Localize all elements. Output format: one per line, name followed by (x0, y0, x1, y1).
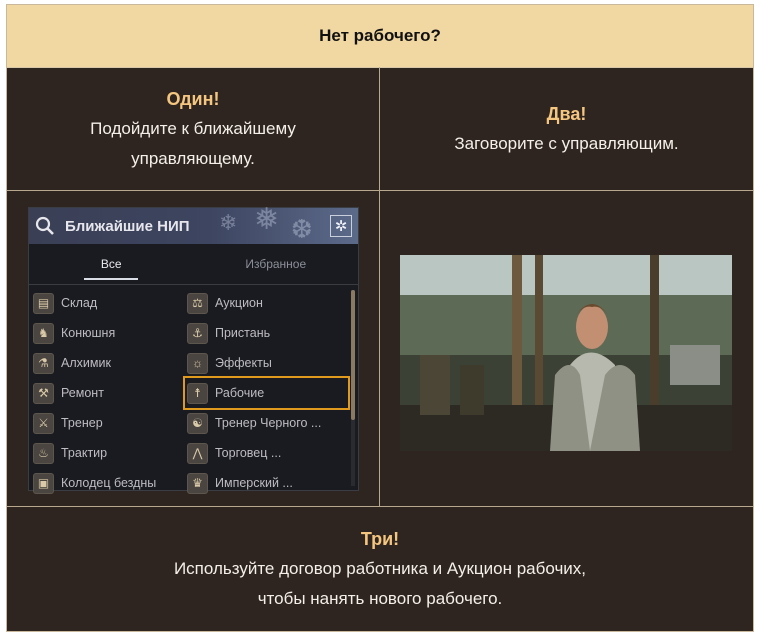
game-screenshot-image (400, 255, 732, 451)
tent-icon: ⋀ (187, 442, 208, 464)
npc-item-auction[interactable]: ⚖ Аукцион (187, 290, 263, 316)
search-icon[interactable] (35, 216, 55, 236)
step-two-cell: Два! Заговорите с управляющим. (380, 67, 753, 191)
npc-item-repair[interactable]: ⚒ Ремонт (33, 380, 104, 406)
crossed-swords-icon: ⚔ (33, 412, 54, 434)
step-two-label: Два! (546, 103, 587, 124)
horse-icon: ♞ (33, 322, 54, 344)
spirit-icon: ☯ (187, 412, 208, 434)
screenshot-cell (380, 191, 753, 507)
step-one-text-2: управляющему. (131, 148, 255, 168)
scrollbar-thumb[interactable] (351, 290, 355, 420)
guide-table: Нет рабочего? Один! Подойдите к ближайше… (6, 4, 754, 632)
npc-item-tavern[interactable]: ♨ Трактир (33, 440, 107, 466)
npc-panel: Ближайшие НИП ❄ ❅ ❆ ✲ Все Избранное ▤ Скл… (28, 203, 359, 494)
npc-item-imperial[interactable]: ♛ Имперский ... (187, 470, 293, 496)
page-title: Нет рабочего? (7, 5, 753, 68)
npc-panel-cell: Ближайшие НИП ❄ ❅ ❆ ✲ Все Избранное ▤ Скл… (7, 191, 380, 507)
snowflake-decoration-icon: ❄ (219, 210, 238, 235)
npc-item-workers[interactable]: ☨ Рабочие (183, 376, 350, 410)
npc-tabs: Все Избранное (29, 244, 358, 285)
flask-icon: ⚗ (33, 352, 54, 374)
snowflake-decoration-icon: ❅ (254, 203, 280, 236)
step-two-text: Заговорите с управляющим. (454, 133, 679, 153)
sun-icon: ☼ (187, 352, 208, 374)
settings-toggle-icon[interactable]: ✲ (330, 215, 352, 237)
npc-list-scrollbar[interactable] (351, 290, 355, 486)
worker-icon: ☨ (187, 382, 208, 404)
anchor-icon: ⚓ (187, 322, 208, 344)
npc-item-trainer[interactable]: ⚔ Тренер (33, 410, 103, 436)
well-icon: ▣ (33, 472, 54, 494)
npc-panel-header: Ближайшие НИП ❄ ❅ ❆ ✲ (29, 203, 358, 244)
npc-panel-title: Ближайшие НИП (65, 217, 190, 235)
npc-item-abyss-well[interactable]: ▣ Колодец бездны (33, 470, 156, 496)
step-three-label: Три! (360, 529, 400, 549)
tab-favorites[interactable]: Избранное (194, 244, 359, 284)
step-three-text-1: Используйте договор работника и Аукцион … (173, 559, 587, 578)
tab-all[interactable]: Все (29, 244, 194, 284)
crown-icon: ♛ (187, 472, 208, 494)
step-one-text-1: Подойдите к ближайшему (90, 118, 296, 138)
npc-item-storage[interactable]: ▤ Склад (33, 290, 97, 316)
step-three-text-2: чтобы нанять нового рабочего. (257, 589, 503, 608)
snowflake-decoration-icon: ❆ (291, 214, 313, 244)
step-one-label: Один! (166, 88, 220, 109)
scales-icon: ⚖ (187, 292, 208, 314)
step-three-cell: Три! Используйте договор работника и Аук… (7, 507, 753, 631)
anvil-icon: ⚒ (33, 382, 54, 404)
roast-icon: ♨ (33, 442, 54, 464)
npc-item-black-spirit-trainer[interactable]: ☯ Тренер Черного ... (187, 410, 321, 436)
step-one-cell: Один! Подойдите к ближайшему управляющем… (7, 67, 380, 191)
storage-icon: ▤ (33, 292, 54, 314)
npc-item-wharf[interactable]: ⚓ Пристань (187, 320, 270, 346)
npc-item-merchant[interactable]: ⋀ Торговец ... (187, 440, 281, 466)
npc-item-alchemist[interactable]: ⚗ Алхимик (33, 350, 111, 376)
npc-item-effects[interactable]: ☼ Эффекты (187, 350, 272, 376)
npc-item-stable[interactable]: ♞ Конюшня (33, 320, 115, 346)
